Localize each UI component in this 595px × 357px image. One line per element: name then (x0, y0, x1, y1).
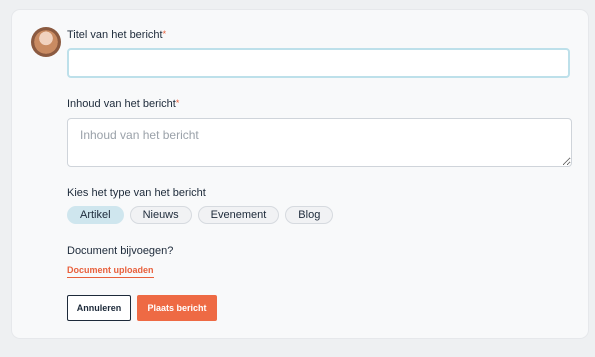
required-mark: * (175, 98, 180, 108)
type-label: Kies het type van het bericht (67, 187, 206, 199)
required-mark: * (162, 29, 167, 39)
content-textarea[interactable] (67, 118, 572, 167)
user-avatar (31, 27, 61, 57)
type-chip-group: Artikel Nieuws Evenement Blog (67, 206, 334, 224)
type-chip-artikel[interactable]: Artikel (67, 206, 124, 224)
title-input[interactable] (67, 48, 570, 78)
upload-document-link[interactable]: Document uploaden (67, 265, 154, 278)
type-chip-blog[interactable]: Blog (285, 206, 334, 224)
post-button[interactable]: Plaats bericht (137, 295, 217, 321)
content-label: Inhoud van het bericht* (67, 98, 180, 110)
title-label: Titel van het bericht* (67, 29, 167, 41)
cancel-button[interactable]: Annuleren (67, 295, 131, 321)
type-chip-nieuws[interactable]: Nieuws (129, 206, 192, 224)
type-chip-evenement[interactable]: Evenement (197, 206, 280, 224)
attach-label: Document bijvoegen? (67, 245, 174, 257)
